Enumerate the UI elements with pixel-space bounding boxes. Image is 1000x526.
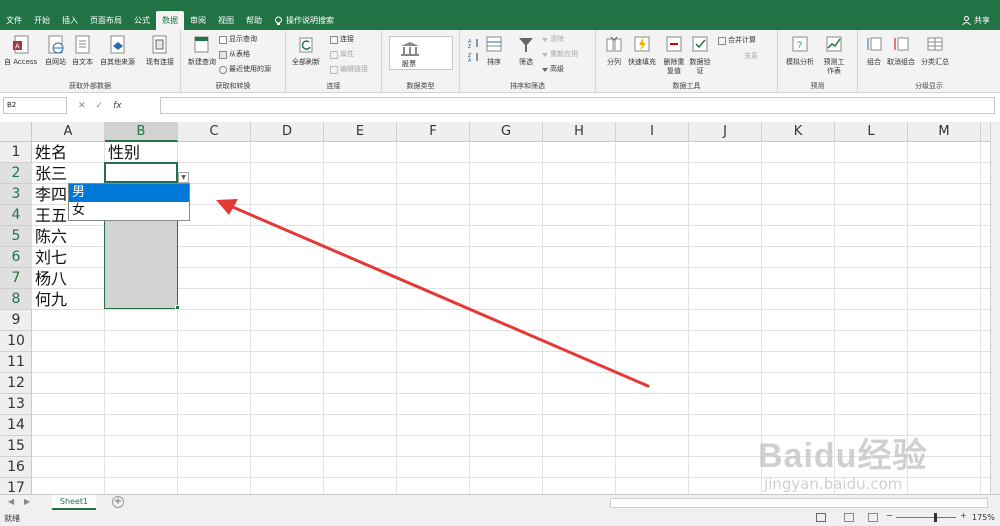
prev-sheet-icon[interactable]: ◀ bbox=[8, 497, 14, 506]
page-break-view-icon[interactable] bbox=[868, 513, 878, 522]
zoom-level[interactable]: 175% bbox=[972, 513, 995, 522]
zoom-out-icon[interactable]: − bbox=[886, 511, 893, 520]
status-bar: 就绪 − + 175% bbox=[0, 510, 1000, 526]
watermark-logo: Baidu经验 bbox=[758, 437, 928, 475]
sheet-tab-bar: ◀ ▶ Sheet1 + bbox=[0, 494, 1000, 510]
next-sheet-icon[interactable]: ▶ bbox=[24, 497, 30, 506]
page-layout-view-icon[interactable] bbox=[844, 513, 854, 522]
zoom-in-icon[interactable]: + bbox=[960, 511, 967, 520]
vertical-scrollbar[interactable] bbox=[990, 122, 1000, 494]
sheet-tab-sheet1[interactable]: Sheet1 bbox=[52, 495, 96, 510]
zoom-slider[interactable] bbox=[896, 517, 956, 518]
watermark: Baidu经验 jingyan.baidu.com bbox=[758, 428, 927, 493]
normal-view-icon[interactable] bbox=[816, 513, 826, 522]
zoom-slider-thumb[interactable] bbox=[934, 513, 937, 522]
add-sheet-icon[interactable]: + bbox=[112, 496, 124, 508]
status-ready: 就绪 bbox=[4, 514, 20, 523]
excel-window: 文件 开始 插入 页面布局 公式 数据 审阅 视图 帮助 操作说明搜索 共享 A… bbox=[0, 0, 1000, 526]
watermark-url: jingyan.baidu.com bbox=[764, 475, 903, 493]
horizontal-scrollbar[interactable] bbox=[610, 498, 988, 508]
